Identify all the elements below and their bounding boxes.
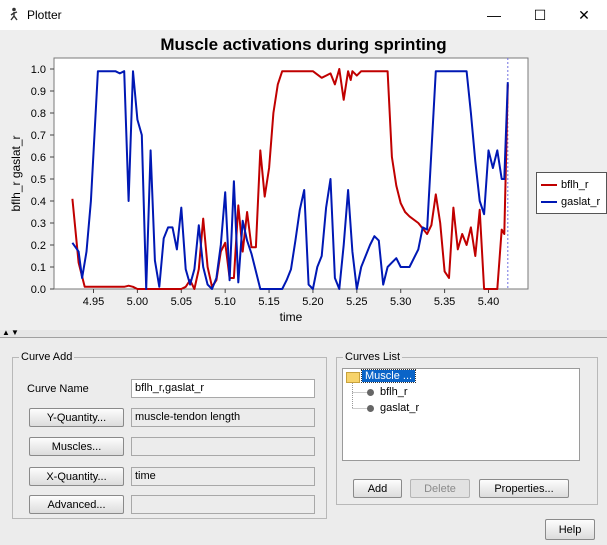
x-tick-label: 5.30 xyxy=(390,296,411,308)
curve-add-legend: Curve Add xyxy=(21,351,73,363)
bullet-icon xyxy=(367,389,374,396)
control-panel: Curve Add Curve Name bflh_r,gaslat_r Y-Q… xyxy=(0,338,607,545)
curves-list-legend: Curves List xyxy=(345,351,401,363)
muscles-button[interactable]: Muscles... xyxy=(29,437,124,456)
chart[interactable]: 0.0 0.1 0.2 0.3 0.4 0.5 0.6 0.7 0.8 0.9 1.0 4.95 5.0… xyxy=(0,30,607,330)
legend-swatch-bflh xyxy=(541,184,557,186)
advanced-button[interactable]: Advanced... xyxy=(29,495,124,514)
maximize-button[interactable]: ☐ xyxy=(517,0,563,30)
collapse-up-icon[interactable]: ▲ xyxy=(2,329,10,337)
y-tick-label: 0.1 xyxy=(31,262,46,274)
legend-item-bflh: bflh_r xyxy=(541,177,589,193)
x-tick-label: 5.20 xyxy=(302,296,323,308)
y-axis-label: bflh_r gaslat_r xyxy=(9,135,23,211)
tree-root-muscle[interactable]: Muscle ... xyxy=(360,369,417,383)
legend-item-gaslat: gaslat_r xyxy=(541,194,600,210)
legend-label-gaslat: gaslat_r xyxy=(561,196,601,208)
advanced-field xyxy=(131,495,315,514)
curves-tree[interactable]: Muscle ... bflh_r gaslat_r xyxy=(342,368,580,461)
y-tick-label: 0.8 xyxy=(31,108,46,120)
legend-label-bflh: bflh_r xyxy=(561,179,589,191)
help-button[interactable]: Help xyxy=(545,519,595,540)
bullet-icon xyxy=(367,405,374,412)
curve-name-field[interactable]: bflh_r,gaslat_r xyxy=(131,379,315,398)
window-title: Plotter xyxy=(27,8,62,22)
curve-add-group: Curve Add Curve Name bflh_r,gaslat_r Y-Q… xyxy=(12,351,327,519)
x-tick-label: 5.05 xyxy=(171,296,192,308)
close-button[interactable]: ✕ xyxy=(561,0,607,30)
y-tick-label: 0.9 xyxy=(31,86,46,98)
x-tick-label: 5.40 xyxy=(478,296,499,308)
x-tick-label: 5.10 xyxy=(214,296,235,308)
y-tick-label: 0.0 xyxy=(31,284,46,296)
plot-area: Muscle activations during sprinting 0.0 0… xyxy=(0,30,607,330)
muscles-field xyxy=(131,437,315,456)
title-bar: Plotter — ☐ ✕ xyxy=(0,0,607,30)
folder-icon xyxy=(346,372,360,383)
x-axis-label: time xyxy=(280,310,303,324)
x-quantity-button[interactable]: X-Quantity... xyxy=(29,467,124,486)
y-tick-label: 0.3 xyxy=(31,218,46,230)
legend-swatch-gaslat xyxy=(541,201,557,203)
y-quantity-field: muscle-tendon length xyxy=(131,408,315,427)
x-tick-label: 4.95 xyxy=(83,296,104,308)
tree-item-bflh[interactable]: bflh_r xyxy=(380,386,408,398)
x-tick-label: 5.00 xyxy=(127,296,148,308)
properties-button[interactable]: Properties... xyxy=(479,479,569,498)
collapse-down-icon[interactable]: ▼ xyxy=(11,329,19,337)
y-quantity-button[interactable]: Y-Quantity... xyxy=(29,408,124,427)
y-tick-label: 0.5 xyxy=(31,174,46,186)
y-tick-label: 0.7 xyxy=(31,130,46,142)
x-tick-label: 5.25 xyxy=(346,296,367,308)
x-tick-label: 5.15 xyxy=(258,296,279,308)
y-tick-label: 0.2 xyxy=(31,240,46,252)
app-icon xyxy=(10,7,18,21)
panel-splitter[interactable]: ▲ ▼ xyxy=(0,329,607,338)
delete-button[interactable]: Delete xyxy=(410,479,470,498)
curve-name-label: Curve Name xyxy=(27,383,89,395)
x-tick-label: 5.35 xyxy=(434,296,455,308)
chart-legend: bflh_r gaslat_r xyxy=(536,172,607,214)
tree-item-gaslat[interactable]: gaslat_r xyxy=(380,402,419,414)
minimize-button[interactable]: — xyxy=(471,0,517,30)
y-tick-label: 1.0 xyxy=(31,64,46,76)
y-tick-label: 0.4 xyxy=(31,196,46,208)
x-quantity-field: time xyxy=(131,467,315,486)
y-tick-label: 0.6 xyxy=(31,152,46,164)
add-button[interactable]: Add xyxy=(353,479,402,498)
